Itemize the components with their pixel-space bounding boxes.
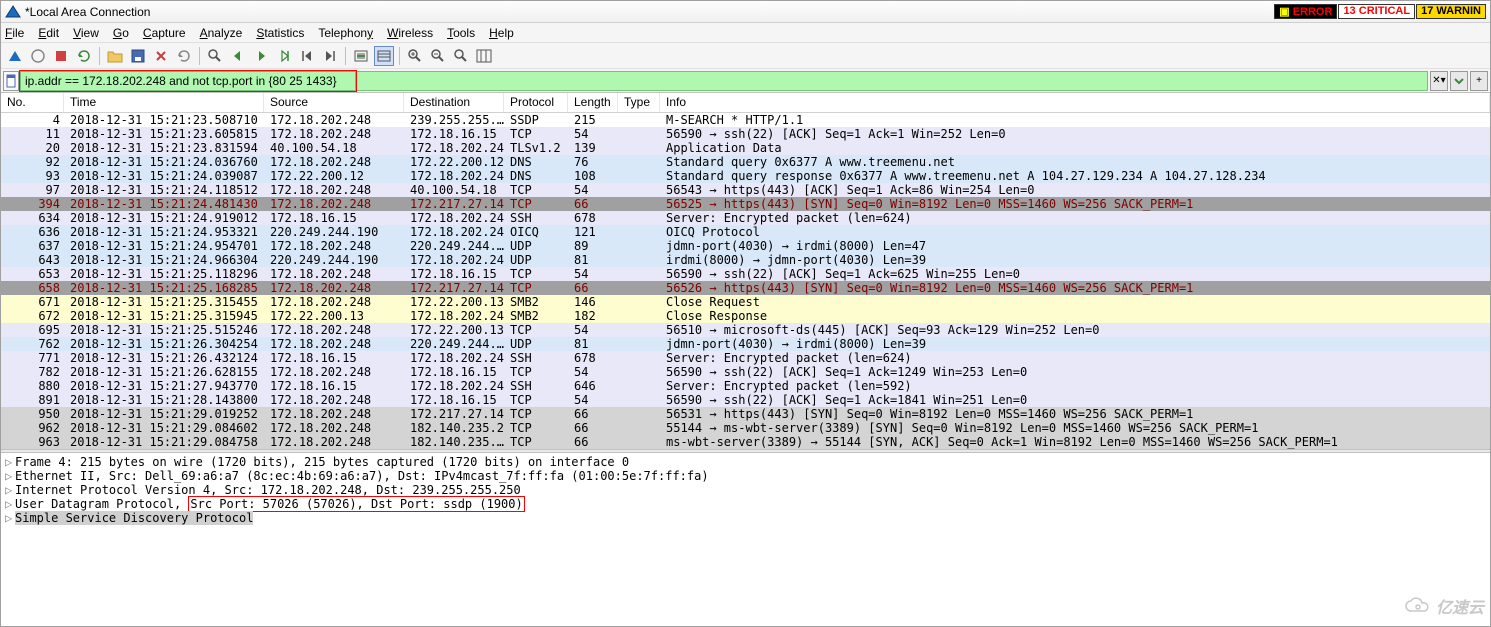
restart-capture-icon[interactable] (51, 46, 71, 66)
table-row[interactable]: 8802018-12-31 15:21:27.943770172.18.16.1… (1, 379, 1490, 393)
menu-file[interactable]: File (5, 26, 24, 40)
table-row[interactable]: 6532018-12-31 15:21:25.118296172.18.202.… (1, 267, 1490, 281)
detail-ip[interactable]: ▷Internet Protocol Version 4, Src: 172.1… (1, 483, 1490, 497)
clear-filter-icon[interactable]: ✕▾ (1430, 71, 1448, 91)
table-row[interactable]: 7822018-12-31 15:21:26.628155172.18.202.… (1, 365, 1490, 379)
filter-bar: ✕▾ + (1, 69, 1490, 93)
table-row[interactable]: 202018-12-31 15:21:23.83159440.100.54.18… (1, 141, 1490, 155)
table-row[interactable]: 6342018-12-31 15:21:24.919012172.18.16.1… (1, 211, 1490, 225)
zoom-reset-icon[interactable] (451, 46, 471, 66)
menu-view[interactable]: View (73, 26, 99, 40)
table-row[interactable]: 6722018-12-31 15:21:25.315945172.22.200.… (1, 309, 1490, 323)
find-packet-icon[interactable] (205, 46, 225, 66)
table-row[interactable]: 7712018-12-31 15:21:26.432124172.18.16.1… (1, 351, 1490, 365)
menu-help[interactable]: Help (489, 26, 514, 40)
critical-badge[interactable]: 13 CRITICAL (1338, 4, 1415, 19)
go-first-icon[interactable] (297, 46, 317, 66)
table-row[interactable]: 932018-12-31 15:21:24.039087172.22.200.1… (1, 169, 1490, 183)
menu-telephony[interactable]: Telephony (318, 26, 373, 40)
table-row[interactable]: 9502018-12-31 15:21:29.019252172.18.202.… (1, 407, 1490, 421)
stop-capture-icon[interactable] (28, 46, 48, 66)
autoscroll-icon[interactable] (351, 46, 371, 66)
zoom-in-icon[interactable] (405, 46, 425, 66)
apply-filter-icon[interactable] (1450, 71, 1468, 91)
window-title: *Local Area Connection (25, 5, 150, 19)
filter-extended-area[interactable] (356, 71, 1428, 91)
bookmark-filter-icon[interactable] (3, 71, 19, 91)
menubar: File Edit View Go Capture Analyze Statis… (1, 23, 1490, 43)
go-back-icon[interactable] (228, 46, 248, 66)
save-file-icon[interactable] (128, 46, 148, 66)
watermark: 亿速云 (1404, 594, 1484, 618)
table-row[interactable]: 922018-12-31 15:21:24.036760172.18.202.2… (1, 155, 1490, 169)
zoom-out-icon[interactable] (428, 46, 448, 66)
reload-file-icon[interactable] (174, 46, 194, 66)
table-row[interactable]: 6362018-12-31 15:21:24.953321220.249.244… (1, 225, 1490, 239)
detail-frame[interactable]: ▷Frame 4: 215 bytes on wire (1720 bits),… (1, 455, 1490, 469)
col-type[interactable]: Type (618, 93, 660, 112)
open-file-icon[interactable] (105, 46, 125, 66)
close-file-icon[interactable] (151, 46, 171, 66)
restart2-icon[interactable] (74, 46, 94, 66)
col-destination[interactable]: Destination (404, 93, 504, 112)
app-icon (5, 4, 21, 20)
menu-tools[interactable]: Tools (447, 26, 475, 40)
packet-list-header: No. Time Source Destination Protocol Len… (1, 93, 1490, 113)
error-badge[interactable]: ▣ ERROR (1274, 4, 1337, 19)
jump-to-icon[interactable] (274, 46, 294, 66)
table-row[interactable]: 6712018-12-31 15:21:25.315455172.18.202.… (1, 295, 1490, 309)
colorize-icon[interactable] (374, 46, 394, 66)
table-row[interactable]: 6952018-12-31 15:21:25.515246172.18.202.… (1, 323, 1490, 337)
menu-go[interactable]: Go (113, 26, 129, 40)
detail-ssdp[interactable]: ▷Simple Service Discovery Protocol (1, 511, 1490, 525)
col-source[interactable]: Source (264, 93, 404, 112)
udp-ports-highlight: Src Port: 57026 (57026), Dst Port: ssdp … (188, 496, 524, 512)
go-last-icon[interactable] (320, 46, 340, 66)
col-length[interactable]: Length (568, 93, 618, 112)
start-capture-icon[interactable] (5, 46, 25, 66)
titlebar: *Local Area Connection ▣ ERROR 13 CRITIC… (1, 1, 1490, 23)
table-row[interactable]: 7622018-12-31 15:21:26.304254172.18.202.… (1, 337, 1490, 351)
menu-wireless[interactable]: Wireless (387, 26, 433, 40)
detail-ethernet[interactable]: ▷Ethernet II, Src: Dell_69:a6:a7 (8c:ec:… (1, 469, 1490, 483)
col-protocol[interactable]: Protocol (504, 93, 568, 112)
menu-statistics[interactable]: Statistics (256, 26, 304, 40)
packet-details[interactable]: ▷Frame 4: 215 bytes on wire (1720 bits),… (1, 453, 1490, 543)
table-row[interactable]: 8912018-12-31 15:21:28.143800172.18.202.… (1, 393, 1490, 407)
display-filter-input[interactable] (20, 71, 356, 91)
table-row[interactable]: 9632018-12-31 15:21:29.084758172.18.202.… (1, 435, 1490, 449)
col-time[interactable]: Time (64, 93, 264, 112)
detail-udp[interactable]: ▷User Datagram Protocol, Src Port: 57026… (1, 497, 1490, 511)
table-row[interactable]: 9622018-12-31 15:21:29.084602172.18.202.… (1, 421, 1490, 435)
menu-edit[interactable]: Edit (38, 26, 59, 40)
toolbar (1, 43, 1490, 69)
table-row[interactable]: 3942018-12-31 15:21:24.481430172.18.202.… (1, 197, 1490, 211)
menu-analyze[interactable]: Analyze (200, 26, 243, 40)
table-row[interactable]: 6372018-12-31 15:21:24.954701172.18.202.… (1, 239, 1490, 253)
add-filter-icon[interactable]: + (1470, 71, 1488, 91)
resize-columns-icon[interactable] (474, 46, 494, 66)
table-row[interactable]: 972018-12-31 15:21:24.118512172.18.202.2… (1, 183, 1490, 197)
table-row[interactable]: 6432018-12-31 15:21:24.966304220.249.244… (1, 253, 1490, 267)
col-no[interactable]: No. (1, 93, 64, 112)
go-forward-icon[interactable] (251, 46, 271, 66)
col-info[interactable]: Info (660, 93, 1490, 112)
menu-capture[interactable]: Capture (143, 26, 186, 40)
packet-list[interactable]: 42018-12-31 15:21:23.508710172.18.202.24… (1, 113, 1490, 449)
table-row[interactable]: 42018-12-31 15:21:23.508710172.18.202.24… (1, 113, 1490, 127)
warning-badge[interactable]: 17 WARNIN (1416, 4, 1486, 19)
table-row[interactable]: 6582018-12-31 15:21:25.168285172.18.202.… (1, 281, 1490, 295)
table-row[interactable]: 112018-12-31 15:21:23.605815172.18.202.2… (1, 127, 1490, 141)
